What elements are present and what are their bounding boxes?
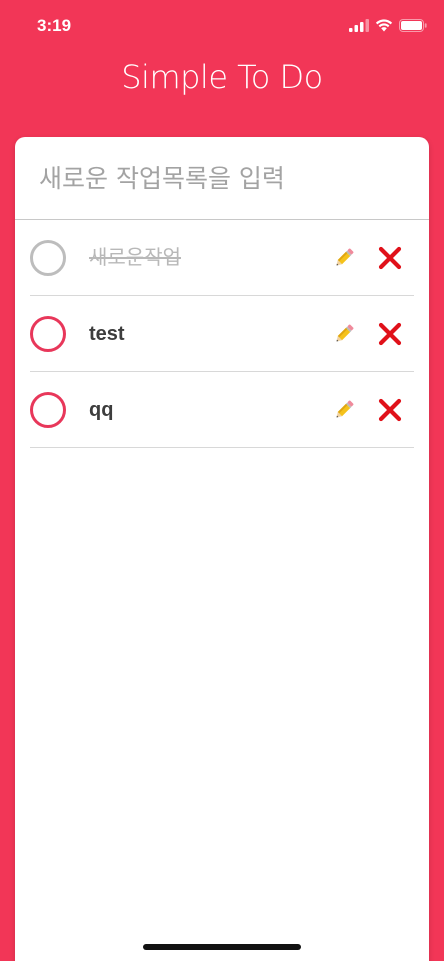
wifi-icon [375, 19, 393, 32]
status-time: 3:19 [37, 16, 72, 35]
cellular-signal-icon [349, 19, 369, 32]
home-indicator[interactable] [143, 944, 301, 950]
todo-card: 새로운 작업목록을 입력 새로운작업 test qq [15, 137, 429, 961]
pencil-icon[interactable] [332, 398, 356, 422]
task-label[interactable]: test [89, 296, 125, 372]
task-complete-toggle[interactable] [30, 240, 66, 276]
battery-icon [399, 19, 427, 32]
task-row: qq [30, 372, 414, 448]
cross-mark-icon[interactable] [378, 322, 402, 346]
task-label[interactable]: qq [89, 372, 113, 448]
app-screen: 3:19 Simple To Do 새로운 작업목록을 입력 새로운작업 tes… [0, 0, 444, 961]
cross-mark-icon[interactable] [378, 246, 402, 270]
status-icons [349, 19, 427, 32]
task-row: 새로운작업 [30, 220, 414, 296]
task-complete-toggle[interactable] [30, 392, 66, 428]
pencil-icon[interactable] [332, 322, 356, 346]
status-bar: 3:19 [0, 0, 444, 54]
task-complete-toggle[interactable] [30, 316, 66, 352]
task-row: test [30, 296, 414, 372]
task-label[interactable]: 새로운작업 [89, 220, 181, 296]
new-task-input[interactable] [15, 137, 429, 220]
task-list: 새로운작업 test qq [30, 220, 414, 448]
cross-mark-icon[interactable] [378, 398, 402, 422]
app-title: Simple To Do [121, 58, 323, 96]
pencil-icon[interactable] [332, 246, 356, 270]
